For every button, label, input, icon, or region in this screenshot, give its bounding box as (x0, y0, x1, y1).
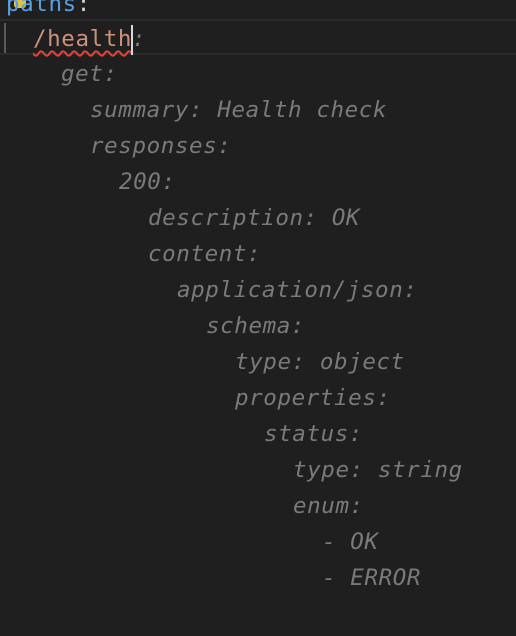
yaml-key-health: /health (33, 26, 133, 52)
ghost-suggestion-line: description: OK (148, 205, 361, 231)
ghost-suggestion-line: content: (148, 241, 262, 267)
ghost-suggestion-line: summary: Health check (90, 97, 388, 123)
ghost-suggestion-line: get: (61, 61, 118, 87)
code-editor[interactable]: paths: /health: get: summary: Health che… (0, 0, 516, 636)
ghost-suggestion-line: 200: (119, 169, 176, 195)
ghost-colon: : (132, 26, 147, 52)
ghost-suggestion-line: schema: (206, 313, 306, 339)
ghost-suggestion-line: application/json: (177, 277, 418, 303)
ghost-suggestion-line: enum: (293, 493, 364, 519)
ghost-suggestion-line: - ERROR (322, 565, 422, 591)
yaml-key-paths: paths (6, 0, 77, 17)
ghost-suggestion-line: status: (264, 421, 364, 447)
yaml-colon: : (76, 0, 91, 17)
ghost-suggestion-line: - OK (322, 529, 379, 555)
ghost-suggestion-line: type: string (293, 457, 463, 483)
code-line-health-current[interactable]: /health: (0, 19, 516, 55)
ghost-suggestion-line: responses: (90, 133, 232, 159)
ghost-suggestion-line: properties: (235, 385, 391, 411)
ghost-suggestion-line: type: object (235, 349, 405, 375)
